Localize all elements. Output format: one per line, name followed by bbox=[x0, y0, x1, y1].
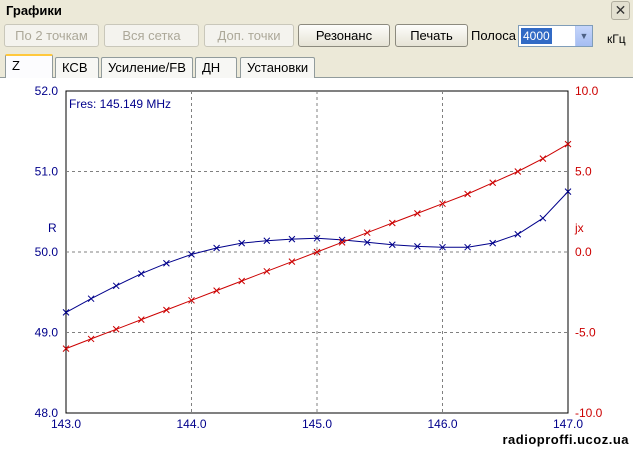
tab-swr[interactable]: КСВ bbox=[55, 57, 99, 78]
title-bar: Графики ✕ bbox=[0, 0, 633, 21]
window-title: Графики bbox=[6, 3, 62, 18]
band-unit: кГц bbox=[607, 32, 626, 46]
x-tick-label: 144.0 bbox=[176, 417, 206, 431]
plot-area: 143.0 144.0 145.0 146.0 147.0 48.0 49.0 50.0 51.… bbox=[0, 78, 633, 449]
right-axis-label: jx bbox=[574, 221, 584, 235]
left-tick-label: 50.0 bbox=[35, 245, 59, 259]
right-tick-label: 5.0 bbox=[575, 165, 592, 179]
watermark: radioproffi.ucoz.ua bbox=[502, 432, 629, 447]
toolbar: По 2 точкам Вся сетка Доп. точки Резонан… bbox=[0, 21, 633, 53]
right-tick-label: -5.0 bbox=[575, 326, 596, 340]
left-tick-label: 48.0 bbox=[35, 406, 59, 420]
tab-gain-fb[interactable]: Усиление/FB bbox=[101, 57, 193, 78]
tab-settings[interactable]: Установки bbox=[240, 57, 315, 78]
band-select[interactable]: 4000 ▼ bbox=[518, 25, 593, 47]
print-button[interactable]: Печать bbox=[395, 24, 468, 47]
impedance-chart: 143.0 144.0 145.0 146.0 147.048.049.050.051.… bbox=[35, 84, 603, 431]
all-grid-button[interactable]: Вся сетка bbox=[104, 24, 199, 47]
band-value: 4000 bbox=[521, 28, 552, 44]
resonance-button[interactable]: Резонанс bbox=[298, 24, 390, 47]
left-tick-label: 52.0 bbox=[35, 84, 59, 98]
left-tick-label: 51.0 bbox=[35, 165, 59, 179]
left-tick-label: 49.0 bbox=[35, 326, 59, 340]
band-label: Полоса bbox=[471, 28, 516, 43]
extra-points-button[interactable]: Доп. точки bbox=[204, 24, 294, 47]
by-2-points-button[interactable]: По 2 точкам bbox=[4, 24, 99, 47]
tab-z[interactable]: Z bbox=[5, 54, 53, 79]
right-tick-label: 0.0 bbox=[575, 245, 592, 259]
x-tick-label: 146.0 bbox=[427, 417, 457, 431]
close-icon[interactable]: ✕ bbox=[611, 1, 630, 20]
left-axis-label: R bbox=[48, 221, 57, 235]
x-tick-label: 145.0 bbox=[302, 417, 332, 431]
tab-bar: Z КСВ Усиление/FB ДН Установки bbox=[0, 54, 633, 79]
tab-pattern[interactable]: ДН bbox=[195, 57, 237, 78]
right-tick-label: -10.0 bbox=[575, 406, 603, 420]
resonance-annotation: Fres: 145.149 MHz bbox=[69, 97, 171, 111]
chevron-down-icon[interactable]: ▼ bbox=[575, 26, 592, 46]
right-tick-label: 10.0 bbox=[575, 84, 599, 98]
